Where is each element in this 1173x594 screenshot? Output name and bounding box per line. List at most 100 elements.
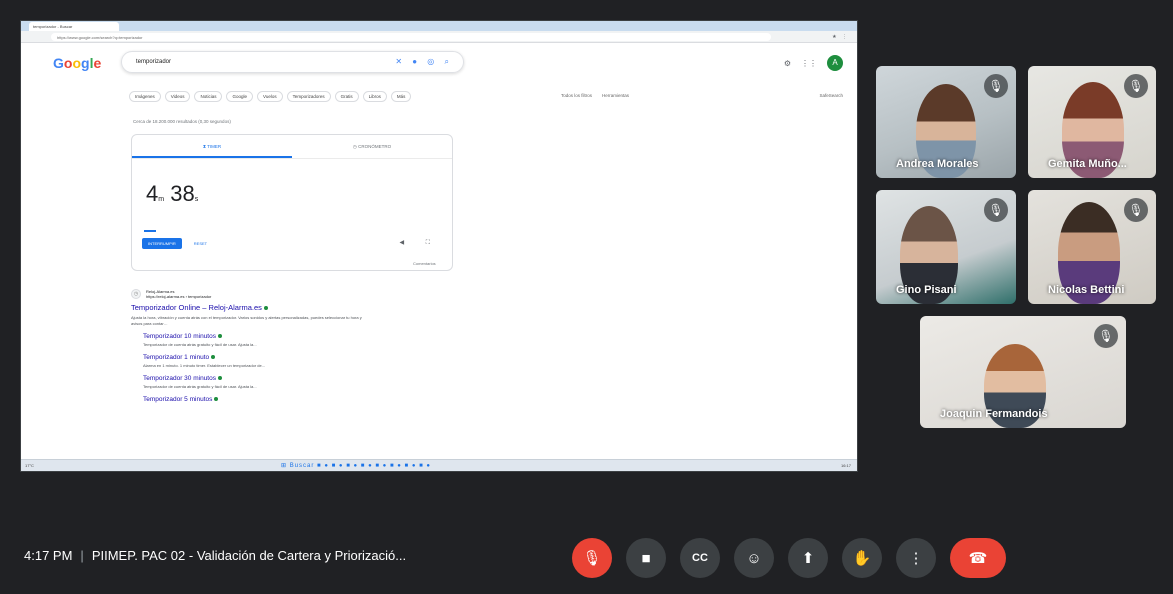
present-icon: ⬆: [801, 550, 815, 567]
microphone-toggle-button[interactable]: 🎙: [572, 538, 612, 578]
meeting-info: 4:17 PM | PIIMEP. PAC 02 - Validación de C…: [24, 548, 406, 563]
timer-start-button[interactable]: INTERRUMPIR: [142, 238, 182, 249]
account-avatar[interactable]: A: [827, 55, 843, 71]
participant-name: Joaquin Fermandois: [940, 408, 1048, 420]
filter-chip[interactable]: Google: [226, 91, 253, 102]
emoji-icon: ☺: [746, 549, 762, 567]
more-options-button[interactable]: ⋮: [896, 538, 936, 578]
timer-sound-fullscreen-icons[interactable]: ◀ ⛶: [400, 239, 440, 247]
more-options-icon: ⋮: [908, 550, 924, 567]
tools-link[interactable]: Herramientas: [602, 93, 629, 98]
browser-tab[interactable]: temporizador - Buscar: [29, 22, 119, 31]
meet-window: temporizador - Buscar https://www.google…: [0, 0, 1173, 594]
safesearch-link[interactable]: SafeSearch: [819, 93, 843, 98]
result-source[interactable]: ◷ Reloj-Alarma.es https://reloj-alarma.e…: [131, 289, 471, 299]
filter-chip[interactable]: Más: [390, 91, 412, 102]
meeting-title[interactable]: PIIMEP. PAC 02 - Validación de Cartera y…: [92, 548, 406, 563]
google-header: Google temporizador ✕ ● ◎ ⌕ ⚙ ⋮⋮ A: [21, 43, 857, 77]
taskbar-app-icons[interactable]: ⊞ Buscar ■ ● ■ ● ■ ● ■ ● ■ ● ■ ● ■ ● ■ ●: [281, 462, 431, 469]
present-screen-button[interactable]: ⬆: [788, 538, 828, 578]
sitelink: Temporizador 5 minutos: [143, 396, 471, 403]
sitelink-snippet: Temporizador de cuenta atrás gratuito y …: [143, 384, 257, 389]
meeting-time: 4:17 PM: [24, 548, 73, 563]
sitelink-snippet: Alarma en 1 minuto. 1 minuto timer. Esta…: [143, 363, 266, 368]
timer-progress-line: [144, 230, 156, 232]
tab-stopwatch[interactable]: ◷ CRONÓMETRO: [292, 135, 452, 158]
search-results: ◷ Reloj-Alarma.es https://reloj-alarma.e…: [131, 289, 471, 408]
camera-icon: ■: [641, 549, 651, 567]
captions-button[interactable]: CC: [680, 538, 720, 578]
result-count: Cerca de 18.200.000 resultados (0,30 seg…: [133, 119, 231, 124]
search-filters: Imágenes Videos Noticias Google Vuelos T…: [129, 91, 412, 102]
participant-name: Gino Pisani: [896, 284, 957, 296]
all-filters-link[interactable]: Todos los filtros: [561, 93, 592, 98]
result-title[interactable]: Temporizador Online – Reloj-Alarma.es: [131, 303, 471, 312]
timer-widget: ⧗ TIMER ◷ CRONÓMETRO 4m 38s INTERRUMPIR …: [131, 134, 453, 271]
result-snippet: Ajusta la hora, vibración y cuenta atrás…: [131, 315, 362, 326]
reactions-button[interactable]: ☺: [734, 538, 774, 578]
shared-screen: temporizador - Buscar https://www.google…: [20, 20, 858, 472]
google-logo[interactable]: Google: [53, 55, 101, 71]
site-favicon-icon: ◷: [131, 289, 141, 299]
participant-tile[interactable]: 🎙 Andrea Morales: [876, 66, 1016, 178]
sitelink-title[interactable]: Temporizador 30 minutos: [143, 375, 471, 382]
participant-name: Andrea Morales: [896, 158, 979, 170]
site-url: https://reloj-alarma.es › temporizador: [146, 294, 212, 299]
search-query: temporizador: [136, 59, 172, 65]
feedback-link[interactable]: Comentarios: [413, 261, 436, 266]
leave-call-button[interactable]: ☎: [950, 538, 1006, 578]
participant-name: Gemita Muño...: [1048, 158, 1127, 170]
sitelink-snippet: Temporizador de cuenta atrás gratuito y …: [143, 342, 257, 347]
taskbar-search[interactable]: Buscar: [290, 463, 315, 469]
raise-hand-button[interactable]: ✋: [842, 538, 882, 578]
tab-timer[interactable]: ⧗ TIMER: [132, 135, 292, 158]
apps-grid-icon[interactable]: ⋮⋮: [801, 59, 817, 68]
browser-tab-strip: temporizador - Buscar: [21, 21, 857, 31]
participant-name: Nicolas Bettini: [1048, 284, 1125, 296]
timer-reset-button[interactable]: RESET: [188, 238, 213, 249]
sitelink-title[interactable]: Temporizador 5 minutos: [143, 396, 471, 403]
sitelink-title[interactable]: Temporizador 10 minutos: [143, 333, 471, 340]
visited-dot-icon: [217, 334, 222, 339]
search-actions-icon[interactable]: ✕ ● ◎ ⌕: [395, 57, 453, 67]
mic-off-icon: 🎙: [984, 198, 1008, 222]
filter-chip[interactable]: Vuelos: [256, 91, 283, 102]
search-tools: Todos los filtros Herramientas: [561, 93, 629, 98]
mic-off-icon: 🎙: [984, 74, 1008, 98]
timer-tabs: ⧗ TIMER ◷ CRONÓMETRO: [132, 135, 452, 159]
visited-dot-icon: [214, 397, 219, 402]
mic-off-icon: 🎙: [1094, 324, 1118, 348]
sitelink: Temporizador 1 minuto Alarma en 1 minuto…: [143, 354, 471, 369]
timer-display: 4m 38s: [146, 181, 199, 206]
filter-chip[interactable]: Videos: [164, 91, 191, 102]
timer-buttons: INTERRUMPIR RESET: [142, 238, 213, 249]
mic-off-icon: 🎙: [582, 550, 602, 567]
end-call-icon: ☎: [968, 550, 988, 567]
meeting-separator: |: [80, 548, 84, 563]
filter-chip[interactable]: Noticias: [194, 91, 223, 102]
participant-tile[interactable]: 🎙 Nicolas Bettini: [1028, 190, 1156, 304]
filter-chip[interactable]: Libros: [362, 91, 387, 102]
participant-tile[interactable]: 🎙 Gemita Muño...: [1028, 66, 1156, 178]
filter-chip[interactable]: Temporizadores: [286, 91, 331, 102]
participant-tile[interactable]: 🎙 Gino Pisani: [876, 190, 1016, 304]
settings-icon[interactable]: ⚙: [784, 59, 791, 68]
mic-off-icon: 🎙: [1124, 198, 1148, 222]
filter-chip[interactable]: Gratis: [334, 91, 359, 102]
participant-tile[interactable]: 🎙 Joaquin Fermandois: [920, 316, 1126, 428]
taskbar-weather[interactable]: 17°C: [25, 463, 34, 468]
sitelink-title[interactable]: Temporizador 1 minuto: [143, 354, 471, 361]
google-account-area: ⚙ ⋮⋮ A: [784, 55, 843, 71]
taskbar-clock: 16:17: [840, 463, 851, 468]
call-controls: 🎙 ■ CC ☺ ⬆ ✋ ⋮ ☎: [572, 538, 1006, 578]
camera-toggle-button[interactable]: ■: [626, 538, 666, 578]
filter-chip[interactable]: Imágenes: [129, 91, 161, 102]
google-search-box[interactable]: temporizador ✕ ● ◎ ⌕: [121, 51, 464, 73]
windows-taskbar: 17°C ⊞ Buscar ■ ● ■ ● ■ ● ■ ● ■ ● ■ ● ■ …: [21, 459, 857, 471]
sitelink: Temporizador 10 minutos Temporizador de …: [143, 333, 471, 348]
raise-hand-icon: ✋: [852, 550, 872, 567]
browser-extension-icons[interactable]: ★ ⋮: [832, 34, 849, 40]
address-bar[interactable]: https://www.google.com/search?q=temporiz…: [51, 33, 771, 41]
visited-dot-icon: [217, 376, 222, 381]
mic-off-icon: 🎙: [1124, 74, 1148, 98]
